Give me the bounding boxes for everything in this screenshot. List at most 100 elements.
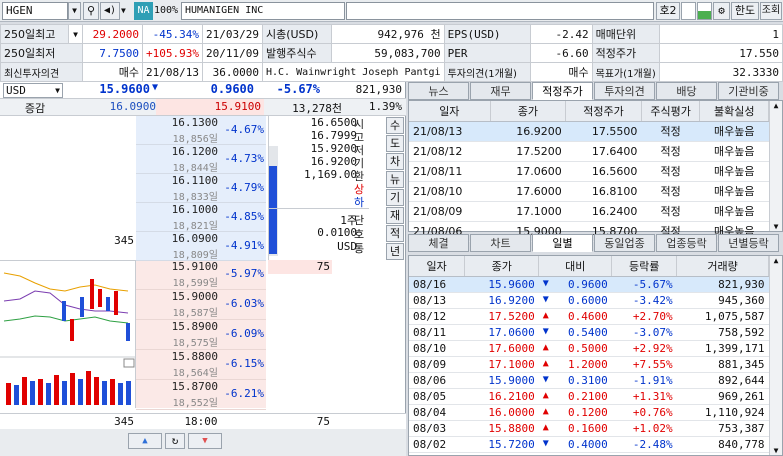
ho-button[interactable]: 호2 <box>656 2 680 20</box>
table-row[interactable]: 08/05 16.2100 ▲ 0.2100 +1.31% 969,261 <box>409 388 769 405</box>
dropdown-icon[interactable]: ▼ <box>68 24 83 44</box>
tab-item[interactable]: 투자의견 <box>594 82 655 100</box>
bid-qty: 18,552일 <box>172 398 218 409</box>
mktcap-value: 942,976 천 <box>331 24 445 44</box>
ask-price[interactable]: 16.0900 <box>136 232 218 245</box>
tab-item[interactable]: 일별 <box>532 234 593 252</box>
tab-item[interactable]: 적정주가 <box>532 82 593 100</box>
up-triangle-icon: ▲ <box>542 341 549 353</box>
table-row[interactable]: 08/09 17.1000 ▲ 1.2000 +7.55% 881,345 <box>409 356 769 373</box>
speaker-icon[interactable]: ◀) <box>100 2 120 20</box>
side-button[interactable]: 년 <box>386 243 404 260</box>
table-row[interactable]: 08/06 15.9000 ▼ 0.3100 -1.91% 892,644 <box>409 372 769 389</box>
label-mktcap: 시총(USD) <box>261 24 333 44</box>
bid-pct: -6.21% <box>224 387 264 400</box>
query-button[interactable]: 조회 <box>760 2 782 20</box>
volume-bar <box>126 381 131 405</box>
change-cell: ▼ 0.9600 <box>538 276 612 293</box>
table-row[interactable]: 21/08/09 17.1000 16.2400 적정 매우높음 <box>409 201 769 222</box>
table-row[interactable]: 08/03 15.8800 ▲ 0.1600 +1.02% 753,387 <box>409 420 769 437</box>
pct-cell: +1.31% <box>611 388 677 405</box>
table-row[interactable]: 21/08/12 17.5200 17.6400 적정 매우높음 <box>409 141 769 162</box>
scrollbar[interactable]: ▲ ▼ <box>769 101 782 231</box>
search-icon[interactable]: ⚲ <box>83 2 99 20</box>
scroll-up-icon[interactable]: ▲ <box>770 101 782 110</box>
ask-qty: 18,856일 <box>172 134 218 145</box>
change-cell: ▲ 0.2100 <box>538 388 612 405</box>
tab-item[interactable]: 차트 <box>470 234 531 252</box>
tab-item[interactable]: 재무 <box>470 82 531 100</box>
side-button[interactable]: 도 <box>386 135 404 152</box>
page-icon[interactable] <box>681 2 696 20</box>
table-row[interactable]: 08/04 16.0000 ▲ 0.1200 +0.76% 1,110,924 <box>409 404 769 421</box>
bid-price[interactable]: 15.8900 <box>136 320 218 333</box>
table-row[interactable]: 08/02 15.7200 ▼ 0.4000 -2.48% 840,778 <box>409 436 769 453</box>
tab-item[interactable]: 년별등락 <box>718 234 779 252</box>
tab-item[interactable]: 동일업종 <box>594 234 655 252</box>
side-button[interactable]: 기 <box>386 189 404 206</box>
date-cell: 08/11 <box>409 324 465 341</box>
tab-item[interactable]: 체결 <box>408 234 469 252</box>
pct-cell: +2.70% <box>611 308 677 325</box>
scroll-down-icon[interactable]: ▼ <box>770 222 782 231</box>
pct-cell: +7.55% <box>611 356 677 373</box>
scrollbar[interactable]: ▲ ▼ <box>769 256 782 455</box>
tab-item[interactable]: 배당 <box>656 82 717 100</box>
limit-button[interactable]: 한도 <box>731 2 759 20</box>
candle <box>98 289 102 307</box>
scroll-up-icon[interactable]: ▲ <box>770 256 782 265</box>
ask-price[interactable]: 16.1100 <box>136 174 218 187</box>
table-cell: 적정 <box>641 161 700 182</box>
table-row[interactable]: 21/08/10 17.6000 16.8100 적정 매우높음 <box>409 181 769 202</box>
date-cell: 08/09 <box>409 356 465 373</box>
up-triangle-icon: ▲ <box>542 357 549 369</box>
table-cell: 21/08/10 <box>409 181 491 202</box>
change-cell: ▼ 0.6000 <box>538 292 612 309</box>
refresh-icon[interactable]: ↻ <box>165 433 185 449</box>
scroll-up-button[interactable]: ▲ <box>128 433 162 449</box>
table-row[interactable]: 21/08/11 17.0600 16.5600 적정 매우높음 <box>409 161 769 182</box>
side-button[interactable]: 재 <box>386 207 404 224</box>
side-button[interactable]: 적 <box>386 225 404 242</box>
speaker-dropdown-icon[interactable]: ▼ <box>121 2 131 20</box>
collapse-icon[interactable] <box>123 358 135 368</box>
fair-value-panel: 일자 종가 적정주가 주식평가 불확실성 21/08/13 16.9200 17.5500 적정… <box>408 100 783 242</box>
scroll-down-icon[interactable]: ▼ <box>770 446 782 455</box>
bid-price[interactable]: 15.9000 <box>136 290 218 303</box>
gear-icon[interactable]: ⚙ <box>713 2 730 20</box>
bid-price[interactable]: 15.8800 <box>136 350 218 363</box>
scroll-down-button[interactable]: ▼ <box>188 433 222 449</box>
volume-cell: 840,778 <box>676 436 769 453</box>
close-cell: 17.1000 <box>464 356 539 373</box>
side-button[interactable]: 뉴 <box>386 171 404 188</box>
stock-name-field: HUMANIGEN INC <box>181 2 345 20</box>
table-row[interactable]: 08/11 17.0600 ▼ 0.5400 -3.07% 758,592 <box>409 324 769 341</box>
ask-price[interactable]: 16.1200 <box>136 145 218 158</box>
side-button[interactable]: 수 <box>386 117 404 134</box>
ask-price[interactable]: 16.1300 <box>136 116 218 129</box>
tab-item[interactable]: 업종등락 <box>656 234 717 252</box>
info-price: 1,169.00 <box>304 168 357 181</box>
bid-price[interactable]: 15.8700 <box>136 380 218 393</box>
column-header: 적정주가 <box>565 101 642 122</box>
bid-price[interactable]: 15.9100 <box>136 260 218 273</box>
table-row[interactable]: 08/10 17.6000 ▲ 0.5000 +2.92% 1,399,171 <box>409 340 769 357</box>
symbol-dropdown-icon[interactable]: ▼ <box>68 2 81 20</box>
delta-row: 증감 16.0900 15.9100 13,278천 1.39% <box>0 99 406 116</box>
date-cell: 08/02 <box>409 436 465 453</box>
table-row[interactable]: 08/12 17.5200 ▲ 0.4600 +2.70% 1,075,587 <box>409 308 769 325</box>
info-labels: 시고저기환상하단호통 <box>354 116 368 260</box>
label-52w-low: 250일최저 <box>0 43 83 63</box>
tab-item[interactable]: 기관비중 <box>718 82 779 100</box>
ask-price[interactable]: 16.1000 <box>136 203 218 216</box>
table-row[interactable]: 08/16 15.9600 ▼ 0.9600 -5.67% 821,930 <box>409 276 769 293</box>
currency-select[interactable]: USD ▼ <box>3 83 63 98</box>
table-row[interactable]: 08/13 16.9200 ▼ 0.6000 -3.42% 945,360 <box>409 292 769 309</box>
save-icon[interactable] <box>697 2 712 20</box>
close-cell: 16.2100 <box>464 388 539 405</box>
table-row[interactable]: 21/08/13 16.9200 17.5500 적정 매우높음 <box>409 121 769 142</box>
tab-item[interactable]: 뉴스 <box>408 82 469 100</box>
price-change: 0.9600 <box>210 82 254 96</box>
side-button[interactable]: 차 <box>386 153 404 170</box>
symbol-input[interactable]: HGEN <box>2 2 68 20</box>
